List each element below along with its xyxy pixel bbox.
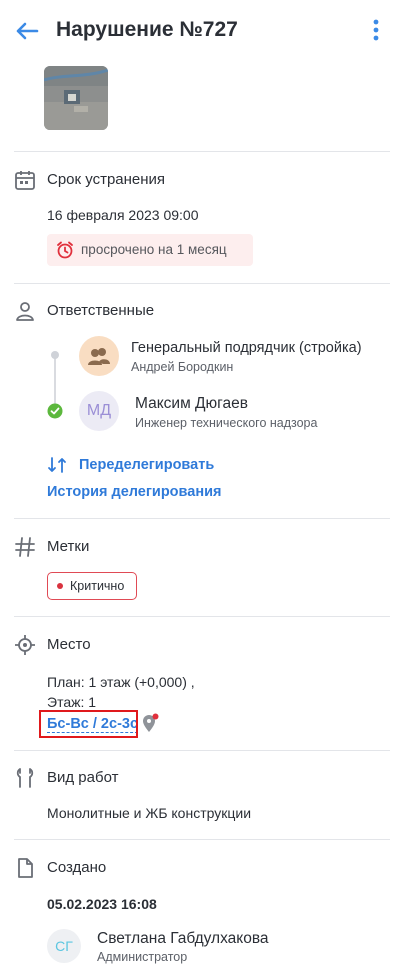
section-title-deadline: Срок устранения [47,171,166,188]
tag-critical[interactable]: Критично [47,572,137,600]
overdue-label: просрочено на 1 месяц [81,242,227,257]
divider [14,616,390,617]
kebab-menu-icon[interactable] [366,16,386,44]
section-title-created: Создано [47,859,107,876]
section-title-responsible: Ответственные [47,302,155,319]
wrench-icon [16,768,34,788]
check-circle-icon [47,403,63,419]
work-type-value: Монолитные и ЖБ конструкции [47,805,252,821]
delegation-timeline [54,356,56,406]
redelegate-button[interactable]: Переделегировать [79,457,214,473]
delegation-history-link[interactable]: История делегирования [47,484,221,500]
overdue-badge: просрочено на 1 месяц [47,234,253,266]
avatar-contractor [79,336,119,376]
divider [14,518,390,519]
divider [14,839,390,840]
responsible-role: Андрей Бородкин [131,360,234,374]
alarm-clock-icon [57,241,73,259]
deadline-date: 16 февраля 2023 09:00 [47,207,199,223]
timeline-dot [51,351,59,359]
responsible-role: Инженер технического надзора [135,416,318,430]
hashtag-icon [15,537,35,557]
divider [14,151,390,152]
place-floor: Этаж: 1 [47,694,97,710]
tag-label: Критично [70,579,125,593]
section-title-tags: Метки [47,538,90,555]
section-title-place: Место [47,636,91,653]
calendar-icon [15,171,35,190]
avatar-initials: МД [79,391,119,431]
divider [14,283,390,284]
swap-arrows-icon[interactable] [47,456,67,474]
document-icon [18,858,33,878]
violation-photo[interactable] [44,66,108,130]
arrow-left-icon[interactable] [12,16,42,46]
creator-name: Светлана Габдулхакова [97,930,269,947]
created-date: 05.02.2023 16:08 [47,896,157,912]
divider [14,750,390,751]
creator-role: Администратор [97,950,188,964]
creator-avatar: СГ [47,929,81,963]
target-icon [15,635,35,655]
selection-highlight [39,710,138,738]
responsible-name: Генеральный подрядчик (стройка) [131,340,362,356]
tag-dot [57,583,63,589]
person-icon [16,302,34,321]
responsible-name: Максим Дюгаев [135,395,248,412]
section-title-work-type: Вид работ [47,769,119,786]
app-header: Нарушение №727 [0,0,404,60]
place-plan: План: 1 этаж (+0,000) , [47,674,195,690]
map-pin-icon[interactable] [140,713,160,733]
page-title: Нарушение №727 [56,18,238,41]
group-icon [88,348,110,365]
